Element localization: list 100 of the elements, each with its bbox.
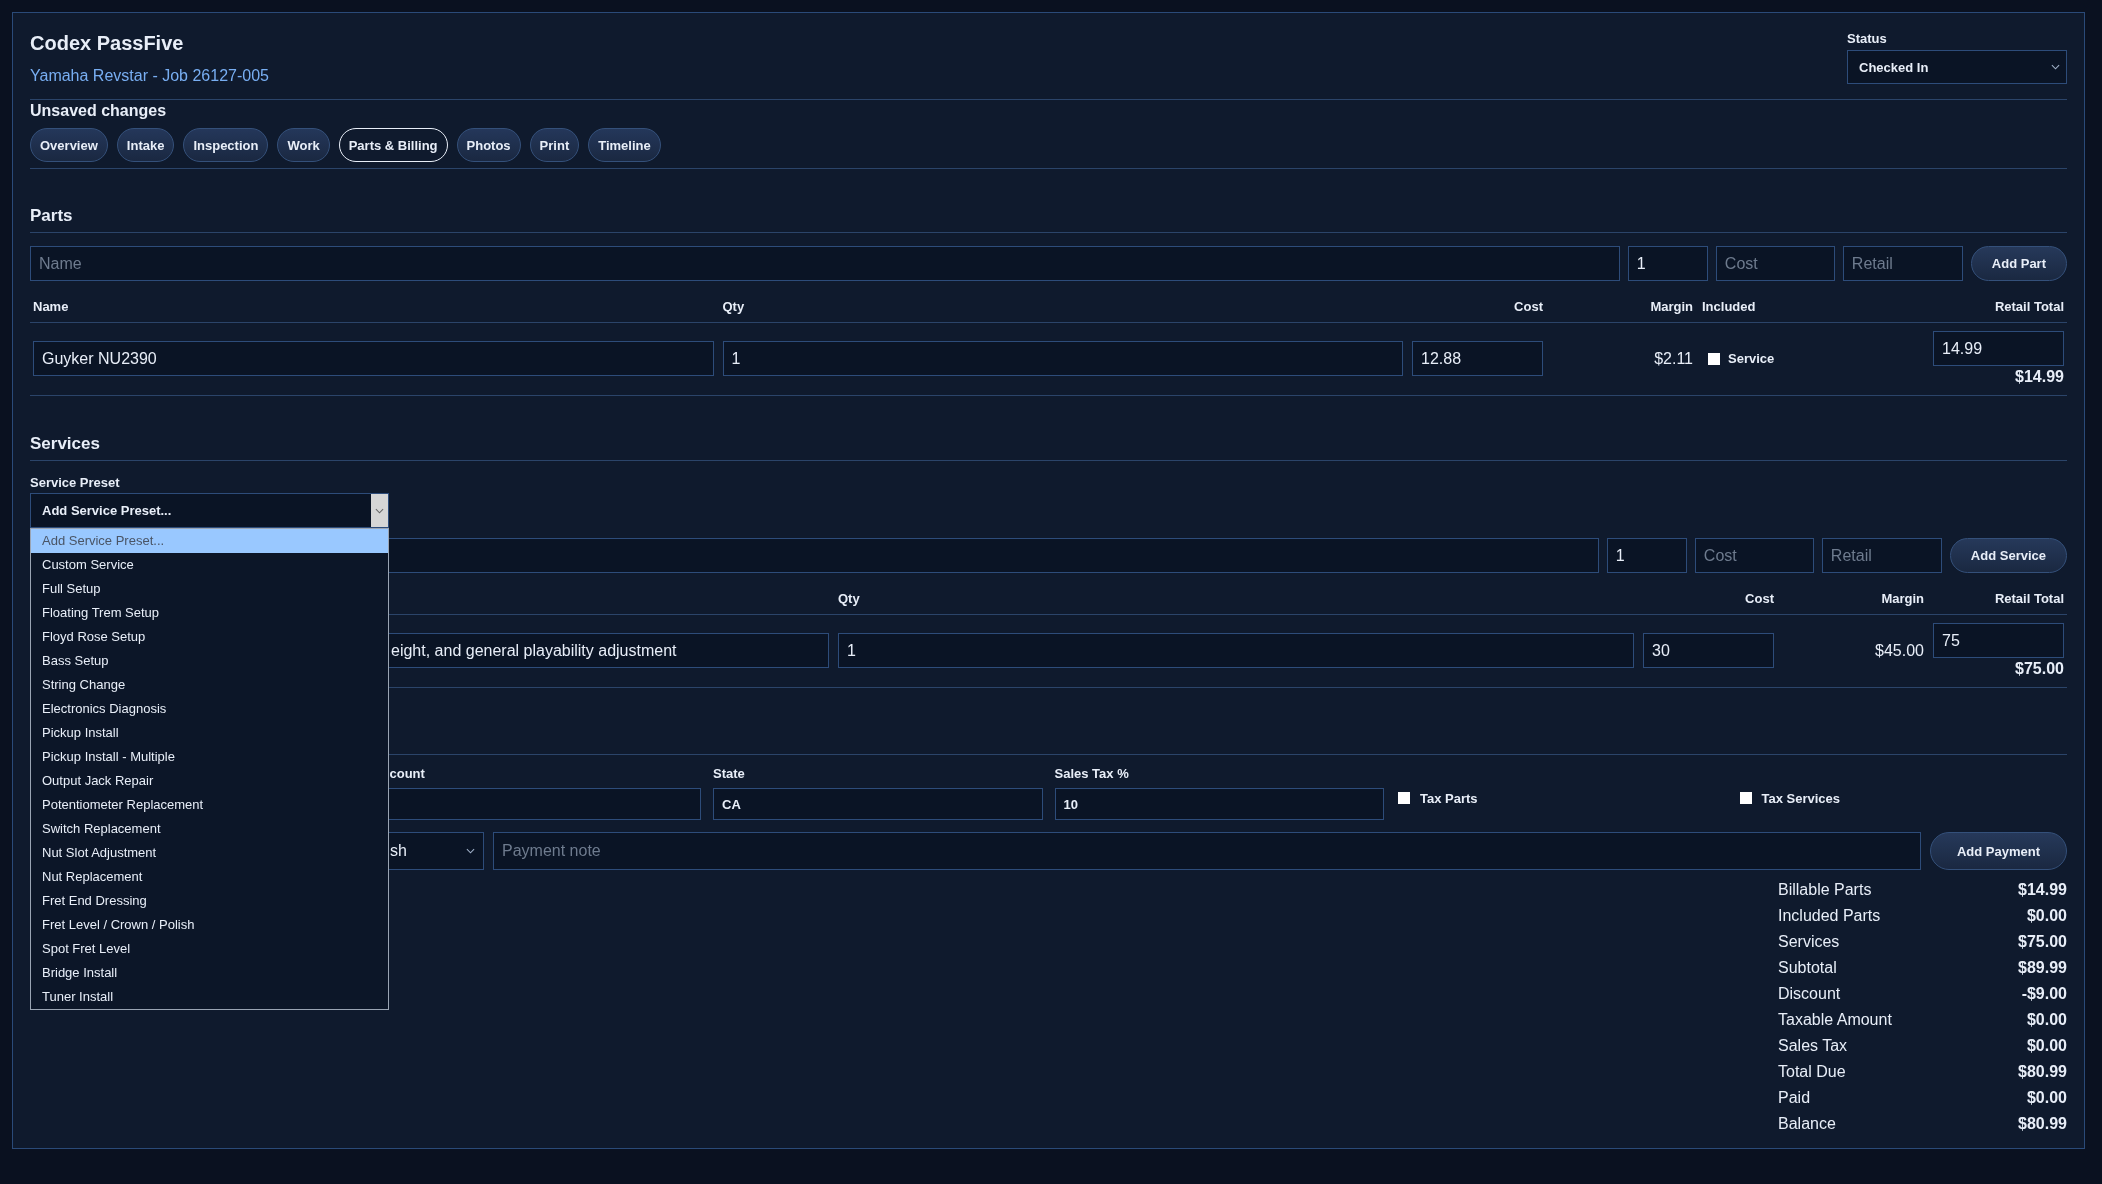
preset-option[interactable]: Nut Replacement bbox=[31, 865, 388, 889]
total-label: Taxable Amount bbox=[1778, 1010, 1892, 1030]
tab[interactable]: Timeline bbox=[588, 128, 661, 162]
column-header: Retail Total bbox=[1993, 299, 2064, 315]
status-label: Status bbox=[1847, 31, 1888, 47]
total-label: Services bbox=[1778, 932, 1841, 952]
preset-label: Service Preset bbox=[30, 475, 121, 491]
column-header: Retail Total bbox=[1993, 591, 2064, 607]
margin-value: $2.11 bbox=[1653, 349, 1693, 368]
column-header: Qty bbox=[838, 591, 861, 607]
preset-option[interactable]: Output Jack Repair bbox=[31, 769, 388, 793]
preset-option[interactable]: Potentiometer Replacement bbox=[31, 793, 388, 817]
column-header: Cost bbox=[1744, 591, 1774, 607]
status-select[interactable]: Checked In bbox=[1847, 50, 2067, 84]
total-label: Included Parts bbox=[1778, 906, 1882, 926]
retail-field[interactable]: Retail bbox=[1821, 538, 1942, 573]
preset-select[interactable]: Add Service Preset... bbox=[30, 493, 389, 528]
total-label: Billable Parts bbox=[1778, 880, 1873, 900]
preset-option[interactable]: Switch Replacement bbox=[31, 817, 388, 841]
total-value: $0.00 bbox=[2025, 1088, 2067, 1108]
state-field[interactable]: CA bbox=[713, 788, 1043, 820]
preset-option[interactable]: Full Setup bbox=[31, 577, 388, 601]
discount-label: count bbox=[388, 766, 426, 782]
total-label: Paid bbox=[1778, 1088, 1812, 1108]
qty-field[interactable]: 1 bbox=[722, 341, 1403, 376]
column-header: Margin bbox=[1649, 299, 1693, 315]
qty-field[interactable]: 1 bbox=[1627, 246, 1708, 281]
chevron-down-icon bbox=[2051, 64, 2060, 70]
total-value: $80.99 bbox=[2018, 1114, 2067, 1134]
total-value: $0.00 bbox=[2025, 1036, 2067, 1056]
total-label: Sales Tax bbox=[1778, 1036, 1849, 1056]
total-value: $14.99 bbox=[2018, 880, 2067, 900]
cost-field[interactable]: 30 bbox=[1643, 633, 1774, 668]
tab[interactable]: Inspection bbox=[183, 128, 269, 162]
tab[interactable]: Print bbox=[529, 128, 580, 162]
checkbox-label: Service bbox=[1728, 351, 1775, 366]
total-value: $0.00 bbox=[2025, 906, 2067, 926]
preset-option[interactable]: Tuner Install bbox=[31, 985, 388, 1009]
preset-option[interactable]: Add Service Preset... bbox=[31, 529, 388, 553]
preset-option[interactable]: Nut Slot Adjustment bbox=[31, 841, 388, 865]
cost-field[interactable]: Cost bbox=[1715, 246, 1835, 281]
preset-option[interactable]: Fret Level / Crown / Polish bbox=[31, 913, 388, 937]
payment-note-field[interactable]: Payment note bbox=[493, 832, 1921, 870]
checkbox-label: Tax Parts bbox=[1420, 790, 1478, 806]
preset-option[interactable]: String Change bbox=[31, 673, 388, 697]
retail-total: $75.00 bbox=[2015, 660, 2064, 678]
section-heading: Parts bbox=[30, 206, 74, 226]
retail-total: $14.99 bbox=[2015, 368, 2064, 386]
preset-option[interactable]: Pickup Install - Multiple bbox=[31, 745, 388, 769]
qty-field[interactable]: 1 bbox=[838, 633, 1634, 668]
job-subtitle: Yamaha Revstar - Job 26127-005 bbox=[30, 66, 269, 86]
preset-option[interactable]: Floating Trem Setup bbox=[31, 601, 388, 625]
checkbox-label: Tax Services bbox=[1761, 790, 1841, 806]
total-label: Balance bbox=[1778, 1114, 1837, 1134]
total-value: $0.00 bbox=[2025, 1010, 2067, 1030]
column-header: Margin bbox=[1880, 591, 1924, 607]
preset-option[interactable]: Electronics Diagnosis bbox=[31, 697, 388, 721]
tab[interactable]: Intake bbox=[116, 128, 175, 162]
add-service-button[interactable]: Add Service bbox=[1949, 538, 2067, 573]
tax-checkbox[interactable] bbox=[1739, 792, 1752, 804]
part-name-field[interactable]: Guyker NU2390 bbox=[33, 341, 714, 376]
chevron-down-icon bbox=[466, 848, 475, 854]
tab[interactable]: Photos bbox=[456, 128, 521, 162]
add-payment-button[interactable]: Add Payment bbox=[1929, 832, 2067, 870]
preset-option[interactable]: Custom Service bbox=[31, 553, 388, 577]
cost-field[interactable]: 12.88 bbox=[1412, 341, 1543, 376]
preset-option[interactable]: Spot Fret Level bbox=[31, 937, 388, 961]
total-value: $89.99 bbox=[2018, 958, 2067, 978]
add-part-button[interactable]: Add Part bbox=[1970, 246, 2067, 281]
sales-tax-label: Sales Tax % bbox=[1054, 766, 1130, 782]
total-label: Discount bbox=[1778, 984, 1842, 1004]
total-label: Subtotal bbox=[1778, 958, 1838, 978]
unsaved-notice: Unsaved changes bbox=[30, 101, 168, 121]
column-header: Qty bbox=[722, 299, 746, 315]
retail-field[interactable]: 14.99 bbox=[1933, 331, 2064, 366]
preset-option[interactable]: Fret End Dressing bbox=[31, 889, 388, 913]
retail-field[interactable]: Retail bbox=[1842, 246, 1963, 281]
retail-field[interactable]: 75 bbox=[1933, 623, 2064, 658]
tab[interactable]: Work bbox=[277, 128, 330, 162]
cost-field[interactable]: Cost bbox=[1694, 538, 1814, 573]
state-label: State bbox=[713, 766, 746, 782]
tax-checkbox[interactable] bbox=[1398, 792, 1410, 804]
column-header: Name bbox=[33, 299, 70, 315]
section-heading: Services bbox=[30, 434, 101, 454]
name-field[interactable]: Name bbox=[30, 246, 1620, 281]
total-value: $80.99 bbox=[2018, 1062, 2067, 1082]
qty-field[interactable]: 1 bbox=[1606, 538, 1687, 573]
tab[interactable]: Parts & Billing bbox=[338, 128, 448, 162]
total-value: -$9.00 bbox=[2020, 984, 2067, 1004]
app-title: Codex PassFive bbox=[30, 31, 185, 55]
included-checkbox[interactable] bbox=[1708, 352, 1720, 365]
total-label: Total Due bbox=[1778, 1062, 1847, 1082]
column-header: Included bbox=[1702, 299, 1757, 315]
column-header: Cost bbox=[1513, 299, 1543, 315]
margin-value: $45.00 bbox=[1874, 641, 1924, 660]
preset-option[interactable]: Bridge Install bbox=[31, 961, 388, 985]
sales-tax-field[interactable]: 10 bbox=[1054, 788, 1384, 820]
tab[interactable]: Overview bbox=[30, 128, 108, 162]
preset-option[interactable]: Pickup Install bbox=[31, 721, 388, 745]
total-value: $75.00 bbox=[2018, 932, 2067, 952]
